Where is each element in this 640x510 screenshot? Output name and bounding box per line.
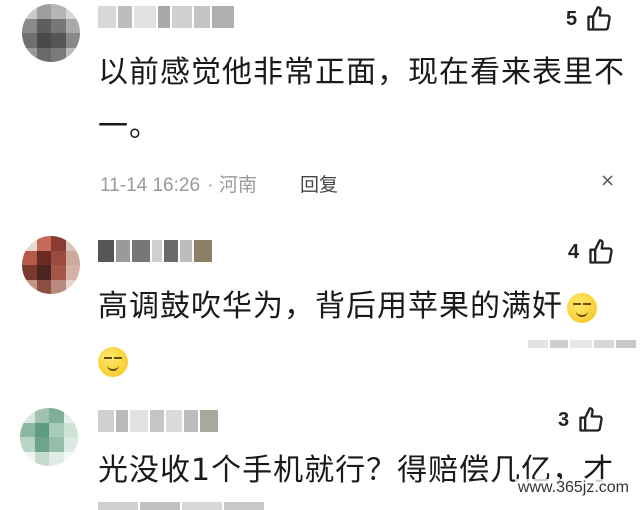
like-count: 3	[558, 408, 570, 431]
username-blurred[interactable]	[98, 240, 212, 262]
username-blurred[interactable]	[98, 410, 218, 432]
like-button[interactable]: 5	[566, 5, 613, 33]
reply-button[interactable]: 回复	[300, 170, 338, 197]
avatar[interactable]	[20, 408, 78, 466]
watermark: www.365jz.com	[514, 479, 632, 497]
timestamp: 11-14 16:26	[100, 175, 201, 196]
close-icon[interactable]: ×	[600, 170, 615, 191]
like-count: 5	[566, 7, 578, 30]
like-count: 4	[568, 240, 580, 263]
comment-item: 5 以前感觉他非常正面，现在看来表里不 一。 11-14 16:26 · 河南 …	[0, 0, 640, 200]
smirk-emoji-icon	[567, 292, 597, 323]
smirk-emoji-icon	[98, 346, 128, 377]
comment-text: 高调鼓吹华为，背后用苹果的满奸	[98, 280, 597, 388]
like-button[interactable]: 3	[558, 406, 605, 434]
avatar[interactable]	[22, 4, 80, 62]
comment-item: 4 高调鼓吹华为，背后用苹果的满奸	[0, 228, 640, 388]
thumbs-up-icon	[577, 406, 605, 434]
comment-text: 以前感觉他非常正面，现在看来表里不 一。	[98, 55, 625, 144]
avatar[interactable]	[22, 236, 80, 294]
username-blurred[interactable]	[98, 6, 234, 28]
blurred-meta	[528, 340, 636, 348]
location: 河南	[218, 175, 257, 196]
thumbs-up-icon	[587, 238, 615, 266]
comment-meta: 11-14 16:26 · 河南	[100, 175, 257, 196]
thumbs-up-icon	[585, 5, 613, 33]
like-button[interactable]: 4	[568, 238, 615, 266]
